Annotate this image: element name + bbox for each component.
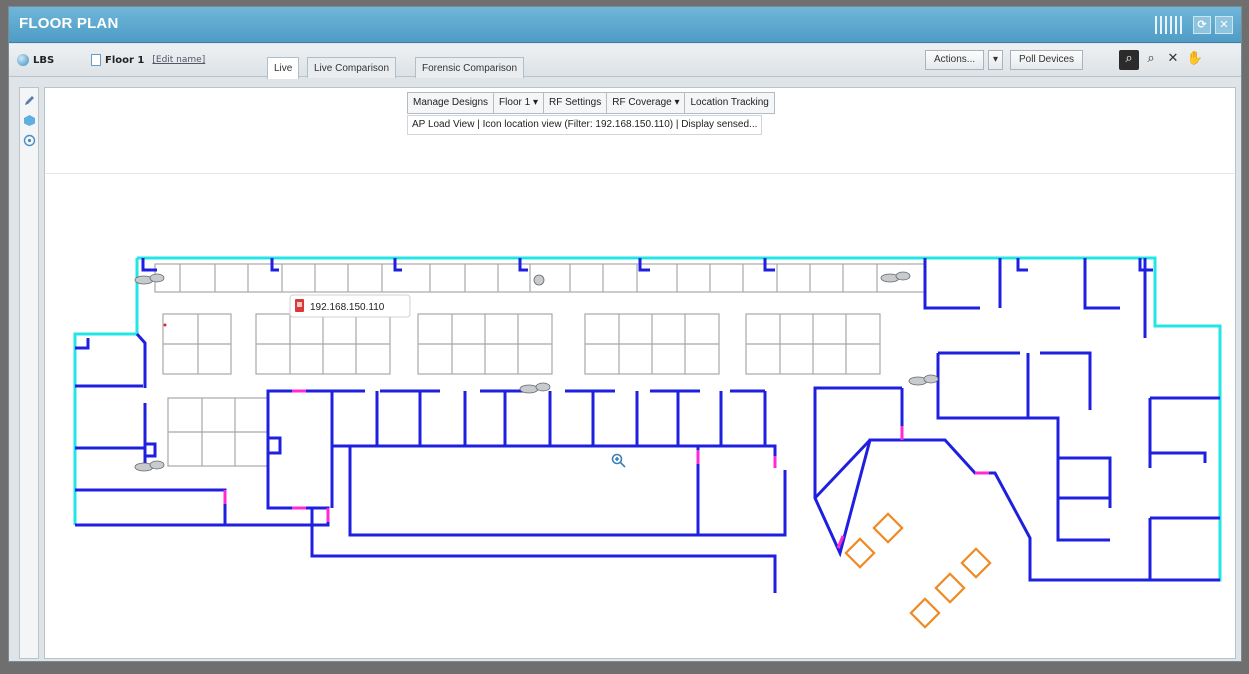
furniture bbox=[844, 512, 992, 629]
doors bbox=[223, 389, 989, 549]
interior-walls bbox=[75, 258, 1220, 593]
access-point-icon[interactable] bbox=[134, 273, 165, 285]
floor-plan-window: FLOOR PLAN ⟳ ✕ LBS Floor 1 [Edit name] L… bbox=[8, 6, 1242, 662]
magnifier-icon[interactable] bbox=[611, 453, 626, 468]
access-point-icon[interactable] bbox=[519, 382, 551, 394]
access-point-icon[interactable] bbox=[134, 460, 165, 472]
access-point-icon[interactable] bbox=[533, 274, 545, 286]
floor-plan-canvas[interactable]: Manage Designs Floor 1 ▾ RF Settings RF … bbox=[44, 87, 1236, 659]
access-point-icon[interactable] bbox=[880, 271, 911, 283]
floor-plan-drawing: 192.168.150.110 bbox=[73, 256, 1222, 629]
access-point-icon[interactable] bbox=[908, 374, 939, 386]
device-marker[interactable]: 192.168.150.110 bbox=[289, 294, 411, 318]
device-ip-label: 192.168.150.110 bbox=[310, 302, 385, 313]
marker-dot bbox=[163, 323, 167, 327]
